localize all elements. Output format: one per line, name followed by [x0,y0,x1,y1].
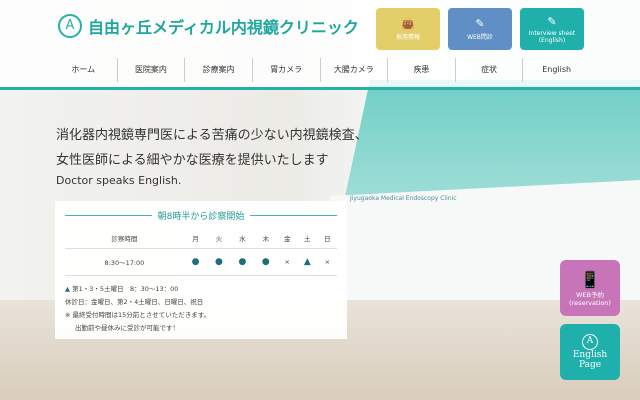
web-reservation-button[interactable]: 📱 WEB予約 (reservation) [560,260,620,316]
web-reservation-label: WEB予約 [576,290,604,299]
logo-text: 自由ヶ丘メディカル内視鏡クリニック [88,18,359,37]
document-icon: ✎ [475,17,485,30]
schedule-card: 朝8時半から診察開始 診察時間 月 火 水 木 金 土 日 8:30〜17:00… [55,201,347,339]
divider [65,215,152,216]
header-divider [0,87,640,90]
triangle-icon: ▲ [65,285,70,293]
open-mark: ● [207,248,231,276]
smartphone-icon: 📱 [580,269,600,289]
nav-colonoscopy[interactable]: 大腸カメラ [319,58,388,82]
schedule-table: 診察時間 月 火 水 木 金 土 日 8:30〜17:00 ● ● ● ● × … [65,228,337,276]
header-cell: 土 [296,228,318,249]
recruit-label: 採用情報 [395,34,420,41]
nav-diseases[interactable]: 疾患 [387,58,455,82]
logo-icon: A [58,14,82,38]
nav-english[interactable]: English [522,58,590,82]
english-page-button[interactable]: A English Page [560,324,620,380]
hours-cell: 8:30〜17:00 [65,248,184,276]
bag-icon: 👜 [401,17,415,30]
logo-icon: A [582,334,598,350]
partial-mark: ▲ [296,248,318,276]
header-cell: 水 [230,228,255,249]
header-cell: 金 [277,228,297,249]
last-reception-note: ※ 最終受付時間は15分前とさせていただきます。 [65,311,211,319]
saturday-note: 第1・3・5土曜日 8：30〜13：00 [72,285,179,293]
header-cell: 月 [183,228,208,249]
header-cell: 火 [207,228,231,249]
logo[interactable]: A 自由ヶ丘メディカル内視鏡クリニック [58,14,359,38]
open-mark: ● [183,248,208,276]
english-page-sublabel: Page [578,360,602,370]
hero-tagline-2: 女性医師による細やかな医療を提供いたします [56,153,329,168]
header-cell: 診察時間 [65,228,184,249]
divider [250,215,338,216]
document-icon: ✎ [547,14,557,28]
open-mark: ● [230,248,255,276]
nav-clinic[interactable]: 医院案内 [116,58,185,82]
schedule-title: 朝8時半から診察開始 [157,212,245,222]
web-questionnaire-label: WEB問診 [467,34,493,41]
commute-note: 出勤前や昼休みに受診が可能です！ [75,324,179,332]
nav-gastroscopy[interactable]: 胃カメラ [251,58,320,82]
site-header: A 自由ヶ丘メディカル内視鏡クリニック 👜 採用情報 ✎ WEB問診 ✎ Interv… [0,0,640,88]
recruit-button[interactable]: 👜 採用情報 [376,8,440,50]
nav-home[interactable]: ホーム [50,58,117,82]
web-reservation-sublabel: (reservation) [569,298,611,307]
closed-mark: × [277,248,297,276]
hero-tagline-1: 消化器内視鏡専門医による苦痛の少ない内視鏡検査、 [56,128,368,143]
main-nav: ホーム 医院案内 診療案内 胃カメラ 大腸カメラ 疾患 症状 English [50,58,590,82]
english-page-label: English [572,350,608,360]
interview-sheet-label: Interview sheet (English) [528,29,576,44]
closed-mark: × [317,248,337,276]
web-questionnaire-button[interactable]: ✎ WEB問診 [448,8,512,50]
open-mark: ● [254,248,278,276]
nav-symptoms[interactable]: 症状 [454,58,523,82]
nav-services[interactable]: 診療案内 [184,58,252,82]
closed-days-note: 休診日：金曜日、第2・4土曜日、日曜日、祝日 [65,298,204,306]
header-cell: 日 [317,228,337,249]
hero-sign: Jiyugaoka Medical Endoscopy Clinic [350,195,457,202]
hero-tagline-3: Doctor speaks English. [56,174,182,187]
interview-sheet-button[interactable]: ✎ Interview sheet (English) [520,8,584,50]
header-cell: 木 [254,228,278,249]
